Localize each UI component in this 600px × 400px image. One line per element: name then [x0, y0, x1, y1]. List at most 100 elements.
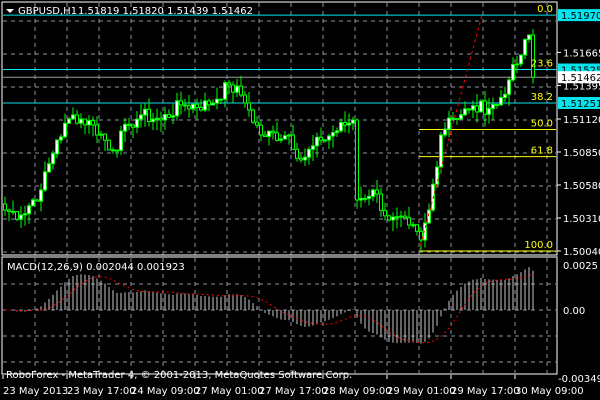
- candle: [163, 106, 167, 131]
- candle: [343, 111, 347, 133]
- candle: [275, 121, 279, 142]
- macd-panel-frame: [1, 256, 558, 375]
- candle: [379, 187, 383, 217]
- candle-body: [519, 54, 523, 65]
- header: GBPUSD,H1 1.51819 1.51820 1.51439 1.5146…: [6, 6, 253, 17]
- candle-body: [223, 82, 227, 100]
- candle-body: [351, 119, 355, 124]
- candle-body: [15, 211, 19, 220]
- candle-body: [139, 114, 143, 120]
- candle-body: [299, 157, 303, 161]
- fibo-trendline[interactable]: [418, 14, 483, 252]
- candle: [23, 205, 27, 226]
- candle: [95, 116, 99, 143]
- candle-body: [339, 122, 343, 132]
- candle-body: [99, 133, 103, 136]
- candle-body: [43, 171, 47, 191]
- candle-body: [275, 132, 279, 141]
- candle-body: [107, 139, 111, 151]
- time-label: 27 May 17:00: [259, 386, 328, 397]
- candle-body: [59, 136, 63, 141]
- candle: [327, 134, 331, 149]
- candle: [511, 57, 515, 82]
- candle: [495, 103, 499, 109]
- macd-indicator: [4, 266, 534, 344]
- candle-body: [195, 103, 199, 108]
- candle: [423, 213, 427, 248]
- macd-axis-label: -0.003496: [558, 374, 600, 385]
- candle: [179, 91, 183, 115]
- candle: [507, 76, 511, 106]
- candle-body: [403, 215, 407, 219]
- candle: [215, 87, 219, 110]
- candle-body: [319, 136, 323, 141]
- candle: [235, 78, 239, 98]
- triangle-down-icon[interactable]: [6, 9, 14, 13]
- candle-body: [467, 108, 471, 111]
- candle: [111, 147, 115, 154]
- candle: [335, 127, 339, 137]
- candle: [207, 98, 211, 112]
- candle: [71, 107, 75, 120]
- candle-body: [511, 63, 515, 81]
- candle: [359, 186, 363, 208]
- macd-label: MACD(12,26,9) 0.002044 0.001923: [7, 262, 185, 273]
- candle-body: [375, 189, 379, 195]
- candle-body: [435, 166, 439, 185]
- candle: [363, 194, 367, 203]
- candle-body: [27, 205, 31, 215]
- candle-body: [35, 199, 39, 202]
- price-axis[interactable]: 1.516651.513951.511201.508501.505801.503…: [557, 0, 600, 400]
- candle: [443, 122, 447, 138]
- candle-body: [147, 108, 151, 123]
- horizontal-lines[interactable]: [3, 14, 556, 252]
- candle: [39, 183, 43, 212]
- candle: [295, 142, 299, 162]
- candle: [307, 146, 311, 165]
- candle-body: [411, 224, 415, 227]
- candle-body: [271, 130, 275, 134]
- candle-body: [279, 138, 283, 141]
- candle-body: [231, 84, 235, 93]
- price-label: 1.50310: [563, 214, 600, 225]
- candle: [411, 221, 415, 228]
- candle: [251, 108, 255, 125]
- candle-body: [219, 98, 223, 101]
- candle-body: [391, 216, 395, 221]
- candle: [291, 124, 295, 150]
- candle-body: [331, 132, 335, 137]
- candle: [239, 75, 243, 98]
- candle-body: [343, 122, 347, 126]
- chart-window[interactable]: 0.0 23.6 38.2 50.0 61.8 100.0 GBPUSD,H1 1.518…: [0, 0, 600, 400]
- trendline[interactable]: [418, 14, 483, 252]
- candle-body: [67, 118, 71, 124]
- candle-body: [303, 156, 307, 161]
- candle-body: [371, 189, 375, 197]
- candle-body: [363, 197, 367, 200]
- candle-body: [407, 217, 411, 226]
- candle: [475, 94, 479, 123]
- candle-body: [51, 153, 55, 165]
- candle-body: [367, 195, 371, 199]
- candle-body: [503, 93, 507, 98]
- candle: [263, 130, 267, 137]
- candle-body: [287, 134, 291, 137]
- candle-body: [491, 103, 495, 109]
- candle-body: [79, 118, 83, 124]
- candle-body: [207, 100, 211, 106]
- fibo-level-label: 61.8: [531, 146, 553, 157]
- candle: [407, 206, 411, 230]
- candle-body: [163, 113, 167, 121]
- candle-body: [459, 114, 463, 120]
- candle: [131, 123, 135, 139]
- price-tag-label: 1.51970: [561, 11, 600, 22]
- candle: [135, 111, 139, 134]
- candle-body: [379, 193, 383, 211]
- candle-body: [87, 119, 91, 126]
- price-label: 1.50580: [563, 181, 600, 192]
- candle-body: [427, 209, 431, 224]
- symbol-label: GBPUSD,H1: [18, 6, 77, 17]
- candle-body: [75, 114, 79, 124]
- candle: [107, 139, 111, 151]
- fibo-level-label: 38.2: [531, 92, 553, 103]
